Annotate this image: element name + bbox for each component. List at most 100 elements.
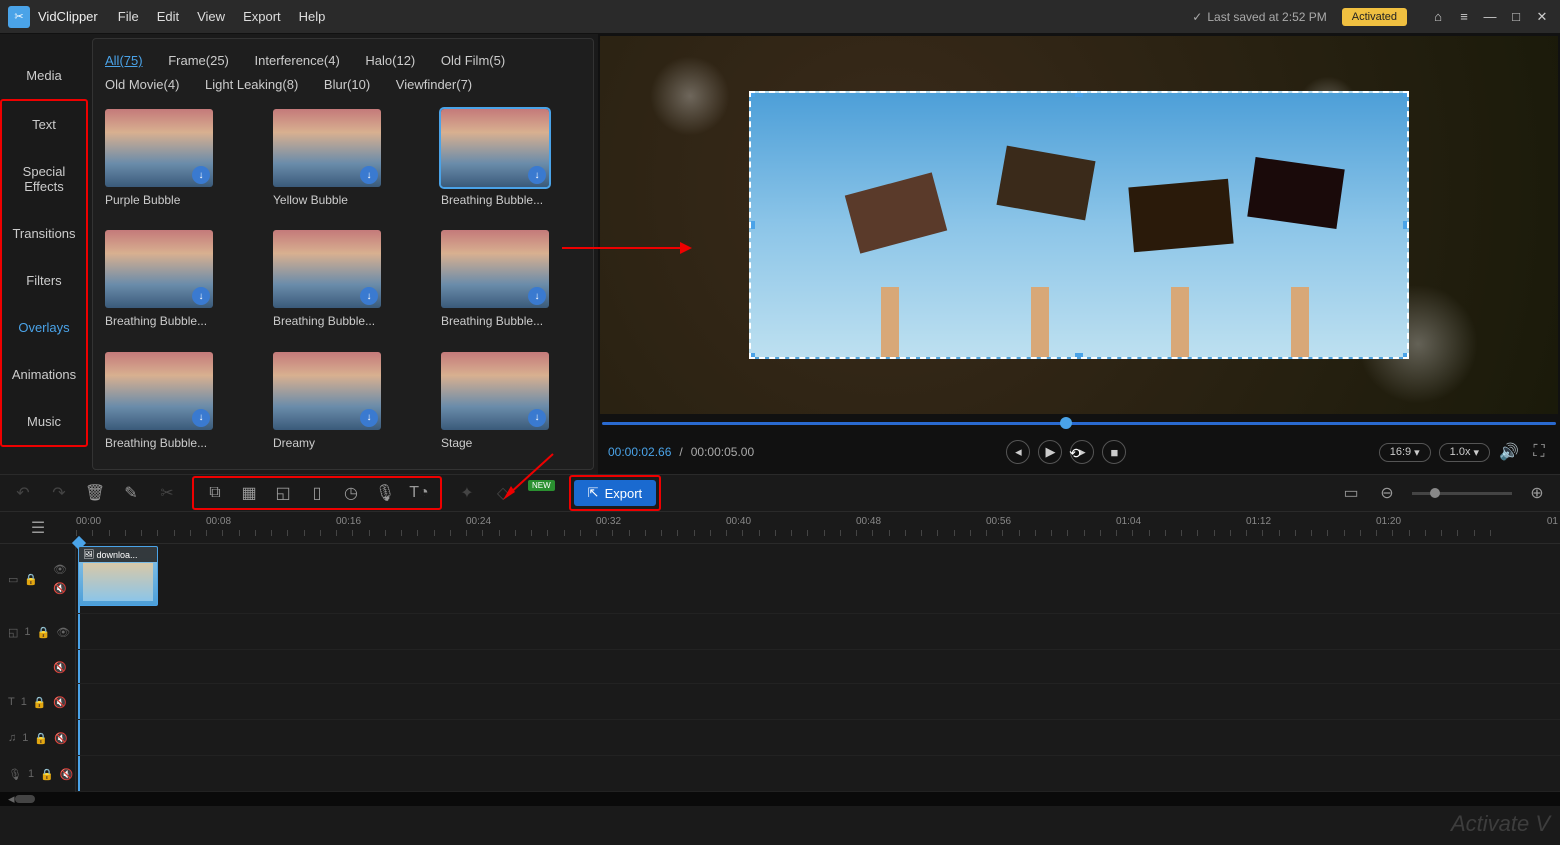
thumbnail-grid[interactable]: ↓Purple Bubble↓Yellow Bubble↓Breathing B… [93, 101, 593, 469]
cat-old-movie[interactable]: Old Movie(4) [105, 73, 179, 97]
eye-icon[interactable]: 👁 [53, 563, 67, 576]
cat-old-film[interactable]: Old Film(5) [441, 49, 505, 73]
crop-icon[interactable]: ⧉ [204, 482, 226, 504]
lock-icon[interactable]: 🔒 [24, 573, 38, 586]
undo-icon[interactable]: ↶ [12, 482, 34, 504]
resize-handle-bl[interactable] [749, 353, 755, 359]
mosaic-icon[interactable]: ▦ [238, 482, 260, 504]
close-icon[interactable]: ✕ [1532, 7, 1552, 27]
menu-edit[interactable]: Edit [157, 9, 179, 24]
cut-icon[interactable]: ✂ [156, 482, 178, 504]
resize-handle-tm[interactable] [1075, 91, 1083, 97]
nav-overlays[interactable]: Overlays [2, 304, 86, 351]
video-clip[interactable]: 🖼downloa... [78, 546, 158, 606]
aspect-ratio-select[interactable]: 16:9▾ [1379, 443, 1431, 462]
minimize-icon[interactable]: — [1480, 7, 1500, 27]
maximize-icon[interactable]: □ [1506, 7, 1526, 27]
cat-interference[interactable]: Interference(4) [255, 49, 340, 73]
download-icon[interactable]: ↓ [528, 409, 546, 427]
mute-icon[interactable]: 🔇 [53, 661, 67, 674]
overlay-thumb[interactable]: ↓ [273, 352, 381, 430]
redo-icon[interactable]: ↷ [48, 482, 70, 504]
overlay-thumb[interactable]: ↓ [441, 352, 549, 430]
audio-track-head[interactable]: ♫1🔒🔇 [0, 720, 75, 756]
resize-handle-tr[interactable] [1403, 91, 1409, 97]
zoom-in-icon[interactable]: ⊕ [1526, 482, 1548, 504]
lock-icon[interactable]: 🔒 [33, 696, 47, 709]
mute-icon[interactable]: 🔇 [60, 768, 74, 781]
layout-icon[interactable]: ▭ [1340, 482, 1362, 504]
freeze-icon[interactable]: ▯ [306, 482, 328, 504]
nav-music[interactable]: Music [2, 398, 86, 445]
home-icon[interactable]: ⌂ [1428, 7, 1448, 27]
scroll-thumb[interactable] [15, 795, 35, 803]
nav-filters[interactable]: Filters [2, 257, 86, 304]
overlay-thumb[interactable]: ↓ [105, 352, 213, 430]
scroll-left-icon[interactable]: ◂ [8, 791, 15, 807]
overlay-track-head[interactable]: ◱1🔒👁 [0, 614, 75, 650]
resize-handle-bm[interactable] [1075, 353, 1083, 359]
volume-icon[interactable]: 🔊 [1498, 441, 1520, 463]
download-icon[interactable]: ↓ [192, 409, 210, 427]
menu-help[interactable]: Help [299, 9, 326, 24]
overlay-selection-box[interactable] [749, 91, 1409, 359]
speed-select[interactable]: 1.0x▾ [1439, 443, 1490, 462]
zoom-out-icon[interactable]: ⊖ [1376, 482, 1398, 504]
cat-frame[interactable]: Frame(25) [168, 49, 229, 73]
prev-frame-icon[interactable]: ◂ [1006, 440, 1030, 464]
nav-transitions[interactable]: Transitions [2, 210, 86, 257]
lock-icon[interactable]: 🔒 [40, 768, 54, 781]
menu-file[interactable]: File [118, 9, 139, 24]
download-icon[interactable]: ↓ [360, 409, 378, 427]
cat-blur[interactable]: Blur(10) [324, 73, 370, 97]
resize-handle-br[interactable] [1403, 353, 1409, 359]
seek-thumb[interactable] [1060, 417, 1072, 429]
download-icon[interactable]: ↓ [528, 166, 546, 184]
lock-icon[interactable]: 🔒 [34, 732, 48, 745]
resize-handle-ml[interactable] [749, 221, 755, 229]
tag-icon[interactable]: ◇ [492, 482, 514, 504]
nav-media[interactable]: Media [0, 52, 88, 99]
lock-icon[interactable]: 🔒 [37, 626, 51, 639]
resize-handle-tl[interactable] [749, 91, 755, 97]
overlay-track-row-b[interactable] [76, 650, 1560, 684]
export-button[interactable]: ⇱ Export [574, 480, 656, 506]
fullscreen-icon[interactable]: ⛶ [1528, 441, 1550, 463]
overlay-thumb[interactable]: ↓ [105, 109, 213, 187]
voice-track-head[interactable]: 🎙1🔒🔇 [0, 756, 75, 792]
delete-icon[interactable]: 🗑 [84, 482, 106, 504]
mute-icon[interactable]: 🔇 [53, 582, 67, 595]
preview-canvas[interactable]: ⟲ [600, 36, 1558, 414]
resize-handle-mr[interactable] [1403, 221, 1409, 229]
overlay-thumb[interactable]: ↓ [105, 230, 213, 308]
overlay-thumb[interactable]: ↓ [273, 230, 381, 308]
overlay-thumb[interactable]: ↓ [441, 109, 549, 187]
download-icon[interactable]: ↓ [192, 166, 210, 184]
cat-halo[interactable]: Halo(12) [365, 49, 415, 73]
magic-icon[interactable]: ✦ [456, 482, 478, 504]
audio-track-row[interactable] [76, 720, 1560, 756]
text-track-row[interactable] [76, 684, 1560, 720]
rotate-handle-icon[interactable]: ⟲ [1069, 445, 1081, 462]
eye-icon[interactable]: 👁 [56, 626, 70, 639]
duration-icon[interactable]: ◷ [340, 482, 362, 504]
zoom-slider[interactable] [1412, 492, 1512, 495]
menu-export[interactable]: Export [243, 9, 281, 24]
overlay-thumb[interactable]: ↓ [441, 230, 549, 308]
voiceover-icon[interactable]: 🎙 [374, 482, 396, 504]
horizontal-scrollbar[interactable]: ◂ [0, 792, 1560, 806]
cat-light-leaking[interactable]: Light Leaking(8) [205, 73, 298, 97]
download-icon[interactable]: ↓ [360, 166, 378, 184]
seek-bar[interactable] [602, 416, 1556, 430]
mute-icon[interactable]: 🔇 [53, 696, 67, 709]
voice-track-row[interactable] [76, 756, 1560, 792]
play-icon[interactable]: ▶ [1038, 440, 1062, 464]
nav-special-effects[interactable]: Special Effects [2, 148, 86, 210]
pip-icon[interactable]: ◱ [272, 482, 294, 504]
download-icon[interactable]: ↓ [360, 287, 378, 305]
menu-view[interactable]: View [197, 9, 225, 24]
video-track-head[interactable]: ▭ 🔒 👁 🔇 [0, 544, 75, 614]
mute-icon[interactable]: 🔇 [54, 732, 68, 745]
overlay-track-row[interactable] [76, 614, 1560, 650]
cat-viewfinder[interactable]: Viewfinder(7) [396, 73, 472, 97]
